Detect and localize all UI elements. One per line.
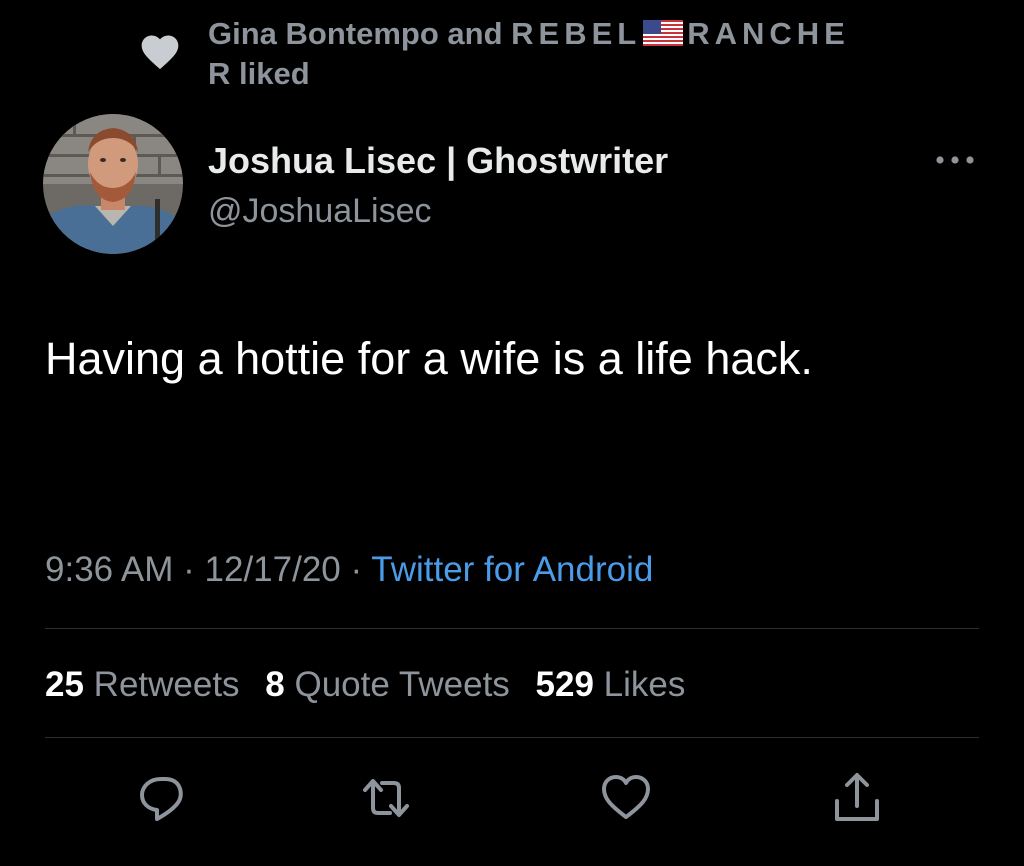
- divider: [45, 628, 979, 629]
- like-heart-icon[interactable]: [598, 770, 654, 826]
- tweet-time: 9:36 AM: [45, 550, 174, 589]
- share-icon[interactable]: [829, 770, 885, 826]
- tweet-stats: 25 Retweets 8 Quote Tweets 529 Likes: [45, 663, 701, 707]
- likes-label: Likes: [593, 665, 686, 704]
- social-context-text: Gina Bontempo and REBEL RANCHE R liked: [208, 14, 850, 94]
- more-options-icon[interactable]: [934, 150, 976, 170]
- tweet-text: Having a hottie for a wife is a life hac…: [45, 333, 813, 384]
- retweets-count: 25: [45, 665, 84, 704]
- author-handle[interactable]: @JoshuaLisec: [208, 190, 668, 232]
- meta-separator: ·: [173, 550, 205, 589]
- tweet-date: 12/17/20: [204, 550, 341, 589]
- quote-tweets-stat[interactable]: 8 Quote Tweets: [265, 665, 510, 704]
- likes-stat[interactable]: 529 Likes: [536, 665, 686, 704]
- author-info[interactable]: Joshua Lisec | Ghostwriter @JoshuaLisec: [208, 140, 668, 232]
- author-name[interactable]: Joshua Lisec | Ghostwriter: [208, 140, 668, 182]
- tweet-source-link[interactable]: Twitter for Android: [371, 550, 653, 589]
- tweet-metadata: 9:36 AM · 12/17/20 · Twitter for Android: [45, 548, 653, 592]
- social-context-prefix: Gina Bontempo and: [208, 16, 512, 51]
- liker-name-part2[interactable]: RANCHE: [687, 16, 850, 51]
- quote-tweets-label: Quote Tweets: [284, 665, 510, 704]
- meta-separator: ·: [340, 550, 372, 589]
- social-context-line2: R liked: [208, 56, 310, 91]
- divider: [45, 737, 979, 738]
- likes-count: 529: [535, 665, 594, 704]
- quote-tweets-count: 8: [265, 665, 285, 704]
- retweets-stat[interactable]: 25 Retweets: [45, 665, 240, 704]
- retweets-label: Retweets: [83, 665, 240, 704]
- heart-icon: [141, 35, 179, 70]
- avatar-photo: [43, 114, 183, 254]
- reply-icon[interactable]: [135, 770, 191, 826]
- social-context[interactable]: Gina Bontempo and REBEL RANCHE R liked: [138, 14, 958, 94]
- liker-name-part1[interactable]: REBEL: [511, 16, 641, 51]
- avatar[interactable]: [43, 114, 183, 254]
- retweet-icon[interactable]: [358, 770, 414, 826]
- us-flag-icon: [643, 19, 684, 46]
